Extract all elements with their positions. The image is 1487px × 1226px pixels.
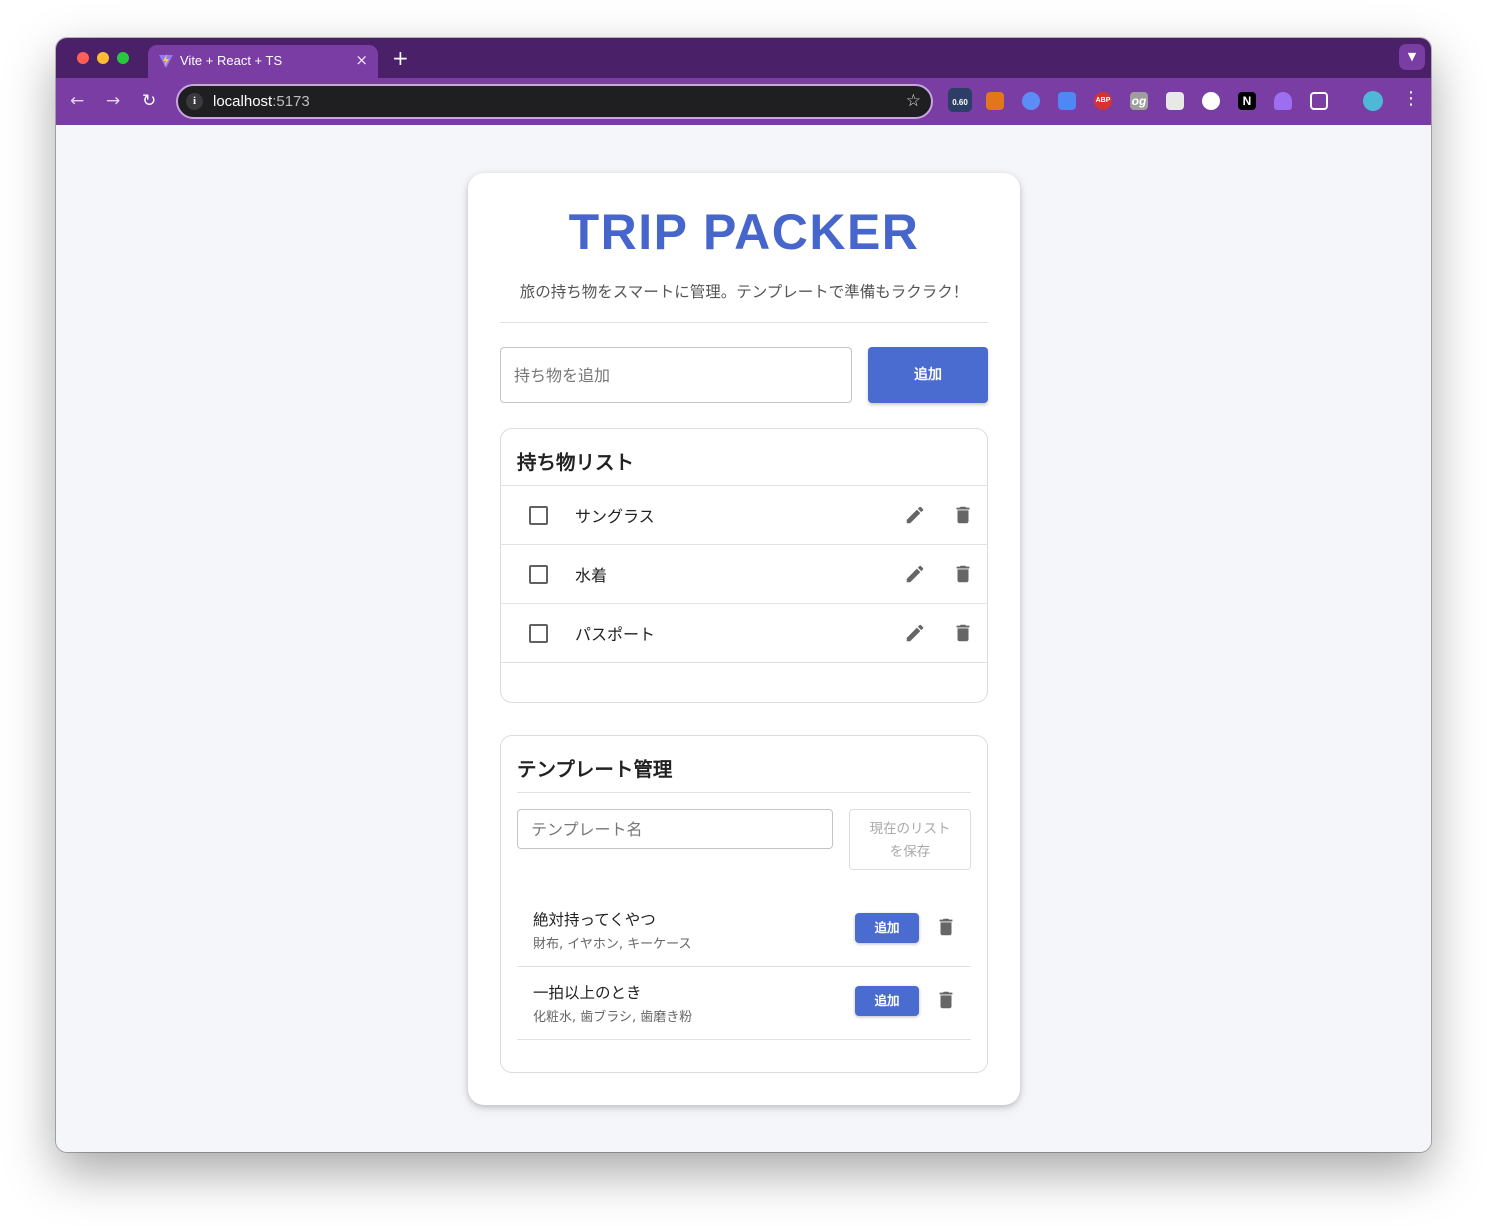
save-template-label-1: 現在のリスト — [869, 821, 951, 837]
item-checkbox[interactable] — [529, 624, 548, 643]
app-subtitle: 旅の持ち物をスマートに管理。テンプレートで準備もラクラク！ — [519, 283, 969, 301]
back-arrow-icon[interactable]: ← — [70, 91, 84, 111]
purple-extension-icon[interactable] — [1274, 92, 1292, 110]
notion-label: N — [1242, 94, 1252, 108]
adblock-extension-icon[interactable]: ABP — [1094, 92, 1112, 110]
trash-icon[interactable] — [952, 622, 974, 644]
template-item: 一拍以上のとき 化粧水, 歯ブラシ, 歯磨き粉 追加 — [517, 967, 971, 1040]
browser-tab[interactable]: Vite + React + TS × — [148, 45, 378, 78]
item-label: サングラス — [575, 507, 655, 526]
address-bar[interactable]: i localhost:5173 ☆ — [176, 84, 933, 119]
forward-arrow-icon[interactable]: → — [106, 91, 120, 111]
packing-list-panel: 持ち物リスト サングラス 水着 パスポート — [500, 428, 988, 703]
template-item: 絶対持ってくやつ 財布, イヤホン, キーケース 追加 — [517, 894, 971, 967]
trash-icon[interactable] — [935, 916, 957, 938]
pencil-icon[interactable] — [904, 563, 926, 585]
browser-window: Vite + React + TS × + ▼ ← → ↻ i localhos… — [56, 38, 1431, 1152]
template-heading: テンプレート管理 — [517, 758, 673, 781]
template-divider — [517, 792, 971, 793]
apply-template-button[interactable]: 追加 — [855, 913, 919, 943]
download-extension-icon[interactable] — [1166, 92, 1184, 110]
blue-circle-extension-icon[interactable] — [1022, 92, 1040, 110]
trash-icon[interactable] — [952, 563, 974, 585]
extensions-puzzle-icon[interactable] — [1310, 92, 1328, 110]
trash-icon[interactable] — [935, 989, 957, 1011]
trash-icon[interactable] — [952, 504, 974, 526]
add-item-button[interactable]: 追加 — [868, 347, 988, 403]
item-checkbox[interactable] — [529, 506, 548, 525]
app-title: TRIP PACKER — [568, 204, 920, 260]
og-extension-icon[interactable]: og — [1130, 92, 1148, 110]
pencil-icon[interactable] — [904, 622, 926, 644]
template-items: 財布, イヤホン, キーケース — [533, 937, 692, 952]
close-window-button[interactable] — [77, 52, 89, 64]
template-name-input[interactable] — [518, 810, 832, 848]
template-name-field[interactable] — [517, 809, 833, 849]
extension-badge-icon[interactable]: 0.60 — [948, 88, 972, 112]
drop-extension-icon[interactable] — [1058, 92, 1076, 110]
star-icon[interactable]: ☆ — [906, 91, 921, 111]
vite-favicon-icon — [159, 54, 173, 68]
add-item-input[interactable] — [501, 348, 851, 402]
save-template-label-2: を保存 — [889, 844, 931, 860]
menu-kebab-icon[interactable]: ⋮ — [1402, 88, 1420, 109]
notion-extension-icon[interactable]: N — [1238, 92, 1256, 110]
extension-badge-value: 0.60 — [952, 98, 968, 107]
list-item: パスポート — [501, 604, 987, 663]
template-name: 絶対持ってくやつ — [533, 911, 656, 929]
add-item-field[interactable] — [500, 347, 852, 403]
item-label: パスポート — [575, 625, 656, 644]
reload-icon[interactable]: ↻ — [142, 91, 156, 111]
apply-template-button[interactable]: 追加 — [855, 986, 919, 1016]
tab-title: Vite + React + TS — [180, 53, 283, 68]
og-label: og — [1131, 94, 1147, 108]
list-item: 水着 — [501, 545, 987, 604]
profile-avatar-icon[interactable] — [1363, 91, 1383, 111]
title-bar: Vite + React + TS × + ▼ — [56, 38, 1431, 78]
tab-close-icon[interactable]: × — [355, 51, 368, 69]
template-panel: テンプレート管理 現在のリスト を保存 絶対持ってくやつ 財布, イヤホン, キ… — [500, 735, 988, 1073]
item-label: 水着 — [575, 566, 608, 585]
page-viewport: TRIP PACKER 旅の持ち物をスマートに管理。テンプレートで準備もラクラク… — [56, 125, 1431, 1152]
save-template-button[interactable]: 現在のリスト を保存 — [849, 809, 971, 870]
browser-toolbar: ← → ↻ i localhost:5173 ☆ 0.60 ABP og N ⋮ — [56, 78, 1431, 125]
info-icon[interactable]: i — [186, 93, 203, 110]
list-item: サングラス — [501, 486, 987, 545]
tab-search-chevron-icon[interactable]: ▼ — [1399, 44, 1425, 70]
adblock-label: ABP — [1095, 97, 1111, 104]
item-checkbox[interactable] — [529, 565, 548, 584]
record-extension-icon[interactable] — [1202, 92, 1220, 110]
pencil-icon[interactable] — [904, 504, 926, 526]
metamask-extension-icon[interactable] — [986, 92, 1004, 110]
template-items: 化粧水, 歯ブラシ, 歯磨き粉 — [533, 1010, 693, 1025]
new-tab-button[interactable]: + — [392, 46, 409, 70]
maximize-window-button[interactable] — [117, 52, 129, 64]
url-text: localhost:5173 — [213, 93, 310, 110]
app-card: TRIP PACKER 旅の持ち物をスマートに管理。テンプレートで準備もラクラク… — [468, 173, 1020, 1105]
header-divider — [500, 322, 988, 323]
packing-list-heading: 持ち物リスト — [517, 451, 635, 474]
template-name: 一拍以上のとき — [533, 984, 642, 1002]
minimize-window-button[interactable] — [97, 52, 109, 64]
